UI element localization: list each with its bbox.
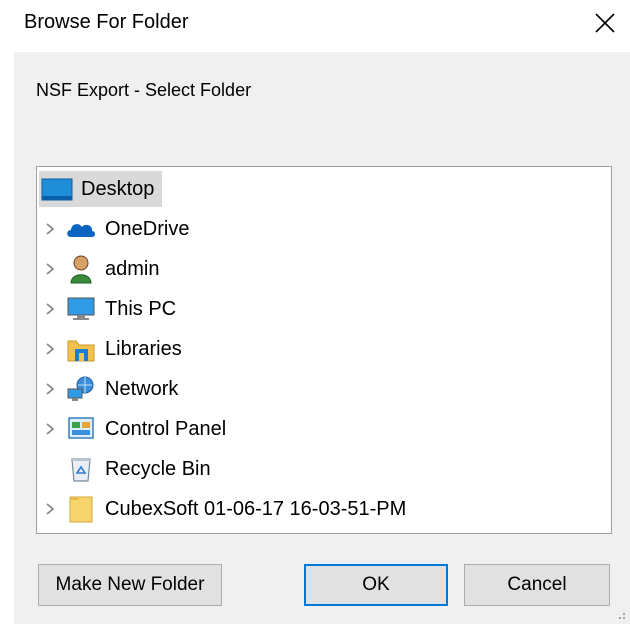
- chevron-right-icon[interactable]: [37, 291, 63, 327]
- libraries-icon: [63, 331, 99, 367]
- tree-item-label: Libraries: [105, 337, 182, 360]
- chevron-right-icon[interactable]: [37, 491, 63, 527]
- tree-item-desktop[interactable]: Desktop: [39, 171, 163, 207]
- chevron-right-icon[interactable]: [37, 411, 63, 447]
- tree-item-label: Recycle Bin: [105, 457, 211, 480]
- chevron-right-icon[interactable]: [37, 251, 63, 287]
- title-bar: Browse For Folder: [0, 0, 630, 50]
- tree-item-this-pc[interactable]: This PC: [37, 291, 176, 327]
- window-title: Browse For Folder: [24, 11, 189, 33]
- user-icon: [63, 251, 99, 287]
- chevron-right-icon[interactable]: [37, 371, 63, 407]
- chevron-right-icon[interactable]: [37, 331, 63, 367]
- resize-grip-icon[interactable]: [614, 608, 626, 620]
- tree-item-onedrive[interactable]: OneDrive: [37, 211, 189, 247]
- tree-item-label: This PC: [105, 297, 177, 320]
- close-icon: [595, 13, 615, 33]
- browse-for-folder-dialog: Browse For Folder NSF Export - Select Fo…: [0, 0, 630, 624]
- tree-item-label: Desktop: [81, 177, 155, 200]
- cancel-button[interactable]: Cancel: [464, 564, 610, 606]
- recycle-bin-icon: [63, 451, 99, 487]
- tree-item-label: Control Panel: [105, 417, 227, 440]
- network-icon: [63, 371, 99, 407]
- chevron-right-icon[interactable]: [37, 211, 63, 247]
- dialog-description: NSF Export - Select Folder: [36, 80, 252, 100]
- folder-tree[interactable]: Desktop OneDrive admin This PC Libraries…: [36, 166, 612, 534]
- tree-item-network[interactable]: Network: [37, 371, 178, 407]
- tree-item-label: OneDrive: [105, 217, 190, 240]
- tree-item-label: Network: [105, 377, 179, 400]
- onedrive-cloud-icon: [63, 211, 99, 247]
- control-panel-icon: [63, 411, 99, 447]
- tree-item-control-panel[interactable]: Control Panel: [37, 411, 226, 447]
- tree-item-recycle-bin[interactable]: Recycle Bin: [37, 451, 211, 487]
- folder-icon: [63, 491, 99, 527]
- tree-item-libraries[interactable]: Libraries: [37, 331, 182, 367]
- tree-item-label: CubexSoft 01-06-17 16-03-51-PM: [105, 497, 407, 520]
- make-new-folder-button[interactable]: Make New Folder: [38, 564, 222, 606]
- tree-item-cubexsoft-folder[interactable]: CubexSoft 01-06-17 16-03-51-PM: [37, 491, 406, 527]
- desktop-folder-icon: [39, 171, 75, 207]
- ok-button[interactable]: OK: [304, 564, 448, 606]
- dialog-body: NSF Export - Select Folder Desktop OneDr…: [14, 52, 630, 624]
- tree-item-label: admin: [105, 257, 160, 280]
- tree-item-admin[interactable]: admin: [37, 251, 159, 287]
- close-button[interactable]: [580, 0, 630, 46]
- monitor-icon: [63, 291, 99, 327]
